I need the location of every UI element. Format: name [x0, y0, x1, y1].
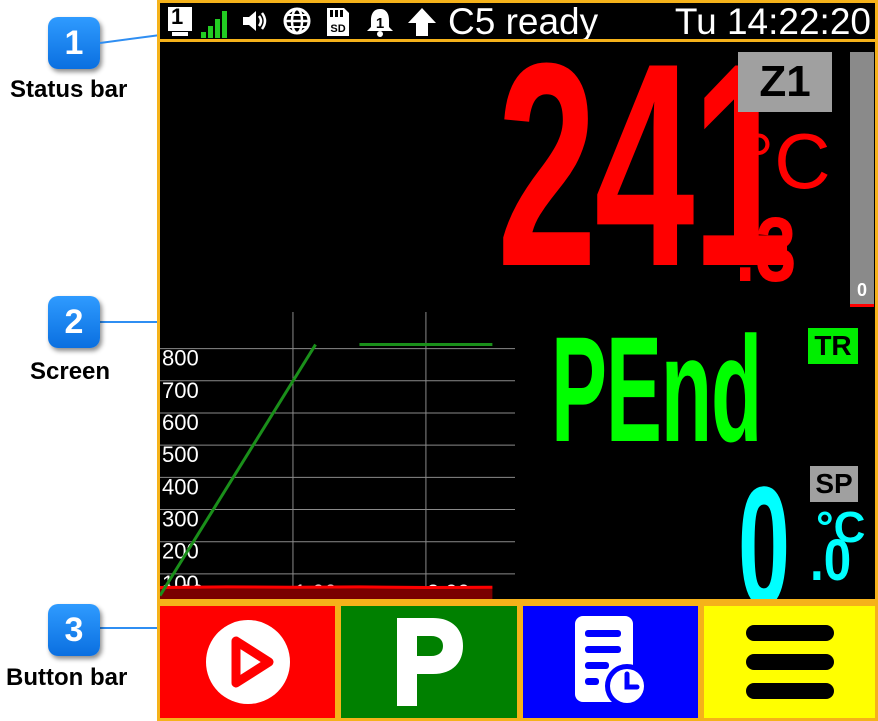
controller-display: 1 SD 1 C5 ready Tu 14:22:20 241 Z1 °C .3…: [157, 0, 878, 721]
clock: Tu 14:22:20: [674, 3, 871, 39]
log-button[interactable]: [523, 606, 698, 718]
main-screen: 241 Z1 °C .3 0 8007006005004003002001000…: [160, 42, 875, 599]
output-bar-gauge: [850, 52, 874, 307]
play-icon: [205, 620, 290, 704]
start-button[interactable]: [160, 606, 335, 718]
program-chart: 8007006005004003002001000:001:002:00: [160, 312, 515, 599]
signal-strength-icon: [200, 6, 232, 39]
network-globe-icon: [282, 6, 312, 39]
speaker-icon: [240, 6, 270, 39]
program-p-icon: [397, 618, 463, 706]
document-clock-icon: [574, 616, 649, 708]
callout-2: 2: [48, 296, 100, 348]
button-bar: [160, 606, 875, 718]
setpoint-value: 0: [738, 452, 791, 599]
tr-badge: TR: [808, 328, 858, 364]
y-tick-label: 300: [162, 507, 199, 532]
program-button[interactable]: [341, 606, 517, 718]
menu-button[interactable]: [704, 606, 875, 718]
device-number: 1: [171, 4, 184, 29]
process-value-unit: °C: [743, 117, 831, 205]
hamburger-menu-icon: [745, 625, 834, 699]
callout-label-status-bar: Status bar: [10, 76, 128, 103]
y-tick-label: 600: [162, 410, 199, 435]
setpoint-decimal: .0: [810, 528, 852, 593]
alarm-bell-icon: 1: [364, 6, 396, 39]
y-tick-label: 500: [162, 442, 199, 467]
status-bar: 1 SD 1 C5 ready Tu 14:22:20: [160, 3, 875, 39]
y-tick-label: 700: [162, 378, 199, 403]
process-value-decimal: .3: [735, 199, 797, 301]
sp-badge: SP: [810, 466, 858, 502]
zone-badge[interactable]: Z1: [738, 52, 832, 112]
svg-text:SD: SD: [330, 23, 345, 35]
measured-line: [160, 585, 493, 590]
y-tick-label: 400: [162, 474, 199, 499]
callout-3: 3: [48, 604, 100, 656]
y-tick-label: 800: [162, 346, 199, 371]
sd-card-icon: SD: [324, 6, 352, 39]
upload-arrow-icon: [406, 6, 438, 39]
callout-label-button-bar: Button bar: [6, 664, 128, 691]
svg-text:1: 1: [376, 15, 384, 32]
bar-gauge-label: 0: [857, 280, 868, 300]
callout-label-screen: Screen: [30, 358, 111, 385]
callout-1: 1: [48, 17, 100, 69]
status-text: C5 ready: [448, 3, 599, 39]
program-state: PEnd: [551, 305, 762, 473]
process-value: 241: [497, 42, 792, 327]
